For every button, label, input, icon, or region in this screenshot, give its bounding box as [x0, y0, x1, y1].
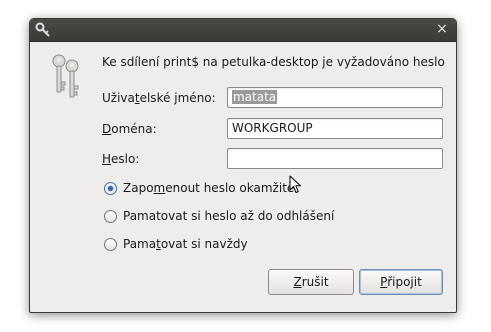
password-field[interactable]: [227, 148, 443, 169]
radio-remember-until-logout[interactable]: Pamatovat si heslo až do odhlášení: [104, 209, 334, 223]
radio-label-pre: Zapo: [123, 181, 154, 195]
cancel-button-label: rušit: [301, 275, 329, 289]
domain-value: WORKGROUP: [232, 121, 313, 135]
radio-label: Pamatovat si heslo až do odhlášení: [123, 209, 334, 223]
radio-label-post: enout heslo okamžitě: [165, 181, 295, 195]
domain-field[interactable]: WORKGROUP: [227, 118, 443, 139]
domain-label-post: oména:: [111, 122, 157, 136]
username-label-post: elské jméno:: [139, 91, 216, 105]
password-dialog: × Ke sdílení print$ na petulka-desktop j…: [29, 18, 457, 313]
password-label-post: eslo:: [111, 152, 140, 166]
username-value: matata: [232, 90, 278, 104]
domain-label-mnemonic: D: [102, 122, 112, 136]
key-icon: [35, 22, 50, 37]
password-label-mnemonic: H: [102, 152, 112, 166]
radio-label: Zapomenout heslo okamžitě: [123, 181, 294, 195]
domain-label: Doména:: [102, 122, 157, 136]
radio-label-pre: Pama: [123, 237, 157, 251]
close-button[interactable]: ×: [434, 21, 450, 37]
prompt-text: Ke sdílení print$ na petulka-desktop je …: [102, 55, 445, 69]
radio-label: Pamatovat si navždy: [123, 237, 248, 251]
connect-button[interactable]: Připojit: [359, 269, 443, 295]
cancel-button[interactable]: Zrušit: [268, 269, 354, 295]
close-icon: ×: [436, 21, 448, 37]
keys-icon: [52, 54, 79, 98]
radio-label-post: ovat si navždy: [160, 237, 248, 251]
username-label: Uživatelské jméno:: [102, 91, 216, 105]
radio-label-pre: Pamatovat si heslo až do odhlášení: [123, 209, 335, 223]
radio-remember-forever[interactable]: Pamatovat si navždy: [104, 237, 248, 251]
username-label-pre: Uživa: [102, 91, 135, 105]
cancel-button-mnemonic: Z: [293, 275, 302, 289]
password-label: Heslo:: [102, 152, 139, 166]
radio-button-checked[interactable]: [104, 181, 117, 195]
connect-button-label: řipojit: [387, 275, 422, 289]
radio-forget-immediately[interactable]: Zapomenout heslo okamžitě: [104, 181, 294, 195]
mouse-pointer-icon: [289, 175, 301, 193]
titlebar[interactable]: ×: [30, 19, 456, 42]
radio-label-mnemonic: m: [153, 181, 166, 195]
username-field[interactable]: matata: [227, 87, 443, 108]
radio-button[interactable]: [104, 209, 117, 223]
radio-button[interactable]: [104, 237, 117, 251]
